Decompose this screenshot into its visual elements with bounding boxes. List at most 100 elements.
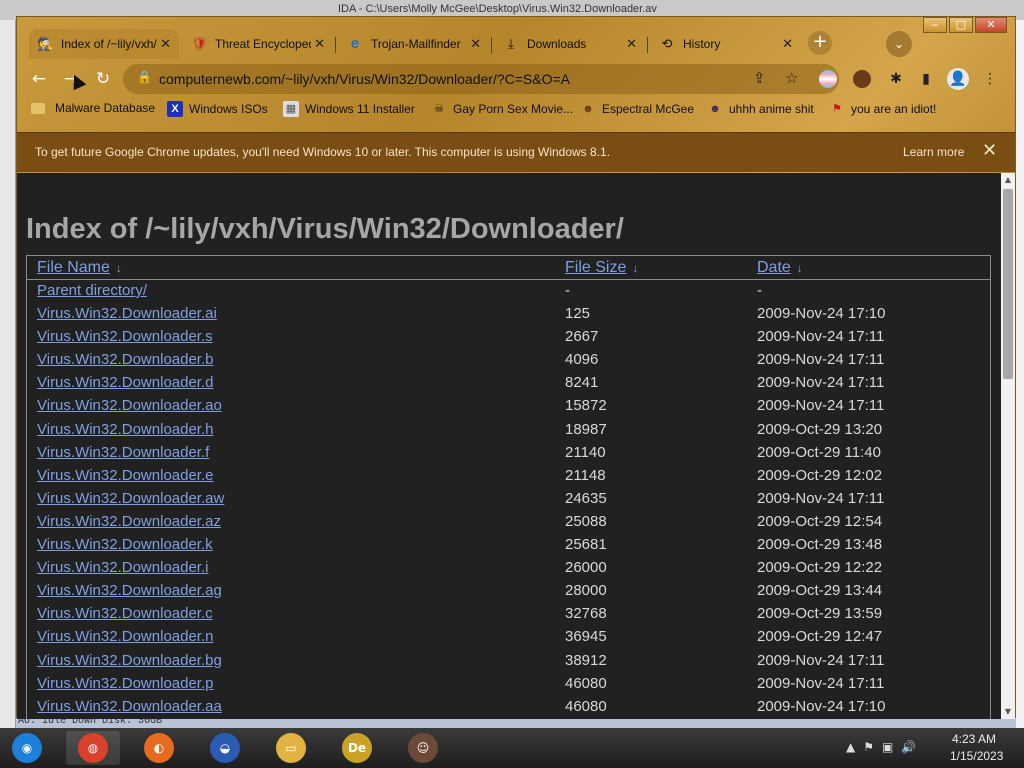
de-app-icon: De [342, 733, 372, 763]
page-scrollbar[interactable]: ▲ ▼ [1001, 173, 1015, 719]
taskbar-app-file-explorer[interactable]: ▭ [264, 731, 318, 765]
bookmark-windows-isos[interactable]: X Windows ISOs [167, 101, 268, 117]
bookmark-label: Windows 11 Installer [305, 102, 415, 116]
table-row: Virus.Win32.Downloader.aa 46080 2009-Nov-2… [27, 696, 990, 719]
download-icon: ⤓ [508, 36, 514, 51]
file-name-link[interactable]: Virus.Win32.Downloader.az [37, 513, 221, 530]
file-name-link[interactable]: Virus.Win32.Downloader.f [37, 444, 209, 461]
taskbar-app-obama-logo[interactable]: ◒ [198, 731, 252, 765]
taskbar-app-start-button[interactable]: ◉ [0, 731, 54, 765]
share-icon[interactable]: ⇪ [753, 69, 766, 87]
address-bar[interactable]: 🔒 computernewb.com/~lily/vxh/Virus/Win32… [123, 64, 839, 94]
file-name-link[interactable]: Virus.Win32.Downloader.d [37, 374, 213, 391]
side-panel-icon[interactable]: ▮ [915, 68, 937, 90]
tab-index-of-downloader[interactable]: 🕵 Index of /~lily/vxh/Virus/Win32/Downlo… [29, 29, 179, 59]
file-name-link[interactable]: Virus.Win32.Downloader.ai [37, 305, 217, 322]
file-date: 2009-Nov-24 17:11 [757, 651, 885, 669]
tab-downloads[interactable]: ⤓ Downloads ✕ [495, 29, 645, 59]
bookmark-uhhh-anime-shit[interactable]: ☻ uhhh anime shit [707, 101, 814, 117]
parent-directory-link[interactable]: Parent directory/ [37, 282, 147, 299]
file-date: 2009-Oct-29 13:44 [757, 582, 883, 600]
lock-icon[interactable]: 🔒 [137, 70, 152, 84]
update-infobar: To get future Google Chrome updates, you… [17, 132, 1015, 172]
maximize-button[interactable]: □ [949, 17, 973, 33]
tray-overflow-icon[interactable]: ▲ [846, 740, 855, 754]
learn-more-link[interactable]: Learn more [903, 145, 964, 159]
file-size: 18987 [565, 420, 607, 438]
tab-threat-encyclopedia[interactable]: 🛡 Threat Encyclopedia ✕ [183, 29, 333, 59]
sort-by-date-link[interactable]: Date ↓ [757, 259, 803, 277]
volume-icon[interactable]: 🔊 [901, 740, 916, 754]
file-name-link[interactable]: Virus.Win32.Downloader.e [37, 467, 213, 484]
taskbar-app-de-app[interactable]: De [330, 731, 384, 765]
new-tab-button[interactable]: + [808, 31, 832, 55]
tab-search-button[interactable]: ⌄ [886, 31, 912, 57]
anime-icon: ☻ [709, 103, 721, 115]
table-body: Parent directory/ - - Virus.Win32.Downloade… [27, 280, 990, 719]
close-window-button[interactable]: ✕ [975, 17, 1007, 33]
file-name-link[interactable]: Virus.Win32.Downloader.i [37, 559, 208, 576]
file-date: 2009-Oct-29 12:02 [757, 466, 883, 484]
bookmark-gay-porn-sex-movie[interactable]: ☠ Gay Porn Sex Movie... [431, 101, 573, 117]
tab-label: Threat Encyclopedia [215, 37, 311, 51]
tab-close-icon[interactable]: ✕ [314, 36, 325, 52]
back-button[interactable]: ← [27, 67, 51, 91]
chrome-icon: ◍ [78, 733, 108, 763]
clock-date[interactable]: 1/15/2023 [950, 749, 1003, 763]
file-date: 2009-Oct-29 12:54 [757, 512, 883, 530]
toolbar: ← → ↻ 🔒 computernewb.com/~lily/vxh/Virus… [17, 63, 1015, 95]
file-size: 25088 [565, 512, 607, 530]
tab-close-icon[interactable]: ✕ [470, 36, 481, 52]
file-name-link[interactable]: Virus.Win32.Downloader.s [37, 328, 213, 345]
tab-close-icon[interactable]: ✕ [626, 36, 637, 52]
taskbar-app-chrome[interactable]: ◍ [66, 731, 120, 765]
file-name-link[interactable]: Virus.Win32.Downloader.b [37, 351, 213, 368]
reload-button[interactable]: ↻ [91, 67, 115, 91]
file-name-link[interactable]: Virus.Win32.Downloader.aw [37, 490, 224, 507]
file-name-link[interactable]: Virus.Win32.Downloader.c [37, 605, 213, 622]
url-text[interactable]: computernewb.com/~lily/vxh/Virus/Win32/D… [159, 71, 570, 87]
scroll-down-arrow-icon[interactable]: ▼ [1001, 705, 1015, 719]
trans-flag-extension-icon[interactable] [819, 70, 837, 88]
extensions-icon[interactable]: ✱ [885, 68, 907, 90]
file-name-link[interactable]: Virus.Win32.Downloader.ag [37, 582, 222, 599]
bookmark-windows-11-installer[interactable]: ▦ Windows 11 Installer [283, 101, 415, 117]
sort-arrow-icon: ↓ [796, 261, 803, 275]
skull-icon: ☠ [434, 103, 444, 115]
taskbar-app-portrait-app[interactable]: ☺ [396, 731, 450, 765]
file-name-link[interactable]: Virus.Win32.Downloader.ao [37, 397, 222, 414]
tab-close-icon[interactable]: ✕ [782, 36, 793, 52]
table-row: Virus.Win32.Downloader.p 46080 2009-Nov-24… [27, 673, 990, 696]
bookmark-label: Gay Porn Sex Movie... [453, 102, 574, 116]
file-name-link[interactable]: Virus.Win32.Downloader.bg [37, 652, 222, 669]
profile-avatar-icon[interactable]: 👤 [947, 68, 969, 90]
header-label: File Size [565, 259, 627, 276]
tab-history[interactable]: ⟲ History ✕ [651, 29, 801, 59]
scroll-up-arrow-icon[interactable]: ▲ [1001, 173, 1015, 187]
file-name-link[interactable]: Virus.Win32.Downloader.n [37, 628, 213, 645]
action-center-flag-icon[interactable]: ⚑ [863, 740, 874, 754]
profile-extension-icon[interactable] [853, 70, 871, 88]
tab-trojan-mailfinder[interactable]: e Trojan-Mailfinder ✕ [339, 29, 489, 59]
network-icon[interactable]: ▣ [882, 740, 893, 754]
bookmark-espectral-mcgee[interactable]: ☻ Espectral McGee [580, 101, 694, 117]
file-name-link[interactable]: Virus.Win32.Downloader.p [37, 675, 213, 692]
bookmark-star-icon[interactable]: ☆ [785, 69, 798, 87]
sort-by-name-link[interactable]: File Name ↓ [37, 259, 122, 277]
table-row: Virus.Win32.Downloader.az 25088 2009-Oct-2… [27, 511, 990, 534]
file-size: 15872 [565, 397, 607, 415]
infobar-close-icon[interactable]: ✕ [982, 140, 997, 161]
file-name-link[interactable]: Virus.Win32.Downloader.aa [37, 698, 222, 715]
bookmark-you-are-an-idiot[interactable]: ⚑ you are an idiot! [829, 101, 936, 117]
tab-label: Downloads [527, 37, 587, 51]
scrollbar-thumb[interactable] [1003, 189, 1013, 379]
file-name-link[interactable]: Virus.Win32.Downloader.h [37, 421, 213, 438]
bookmark-malware-database[interactable]: Malware Database [31, 101, 155, 115]
background-window-title: IDA - C:\Users\Molly McGee\Desktop\Virus… [338, 3, 657, 15]
tab-close-icon[interactable]: ✕ [160, 36, 171, 52]
chrome-menu-icon[interactable]: ⋮ [979, 68, 1001, 90]
sort-by-size-link[interactable]: File Size ↓ [565, 259, 638, 277]
clock-time[interactable]: 4:23 AM [952, 732, 996, 746]
file-name-link[interactable]: Virus.Win32.Downloader.k [37, 536, 213, 553]
taskbar-app-firefox[interactable]: ◐ [132, 731, 186, 765]
